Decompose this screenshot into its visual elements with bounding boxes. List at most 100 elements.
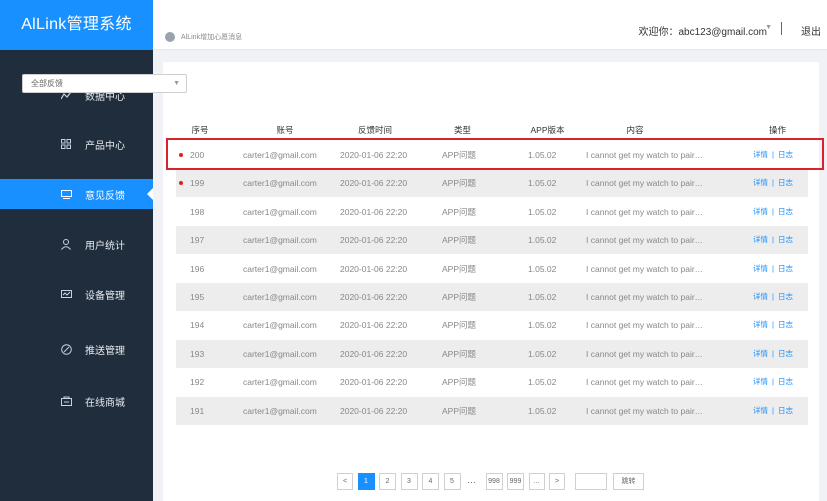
sidebar-item-online-store[interactable]: 在线商城 [0,386,153,416]
action-separator: | [772,377,774,387]
cell-account: carter1@gmail.com [243,150,317,160]
action-separator: | [772,150,774,159]
column-header-time: 反馈时间 [357,125,392,135]
sidebar-item-label: 意见反馈 [85,190,125,202]
cell-content: I cannot get my watch to pair… [586,292,704,302]
detail-link[interactable]: 详情 [753,349,768,358]
chevron-down-icon: ▼ [173,80,180,87]
cell-time: 2020-01-06 22:20 [340,405,408,416]
cell-version: 1.05.02 [528,178,557,189]
app-logo: AlLink管理系统 [0,0,153,50]
table-row: 195 carter1@gmail.com 2020-01-06 22:20 APP问… [176,283,808,311]
detail-link[interactable]: 详情 [753,377,768,386]
detail-link[interactable]: 详情 [753,178,768,187]
sidebar-item-label: 推送管理 [85,345,125,357]
sidebar-item-product-center[interactable]: 产品中心 [0,129,153,159]
detail-link[interactable]: 详情 [753,406,768,415]
feedback-icon [60,188,72,200]
logout-button[interactable]: 退出 [801,23,821,38]
cell-account: carter1@gmail.com [243,178,317,189]
action-separator: | [772,235,774,245]
cell-version: 1.05.02 [528,206,557,217]
cell-content: I cannot get my watch to pair… [586,235,704,246]
cell-time: 2020-01-06 22:20 [340,150,408,160]
log-link[interactable]: 日志 [778,264,793,273]
cell-version: 1.05.02 [528,320,557,331]
log-link[interactable]: 日志 [778,320,793,329]
cell-id: 194 [190,320,205,331]
cell-id: 195 [190,292,205,302]
row-actions: 详情 | 日志 [753,255,793,283]
feedback-filter-select[interactable]: 全部反馈 ▼ [22,74,187,93]
detail-link[interactable]: 详情 [753,264,768,273]
megaphone-icon [165,32,175,42]
top-header: AlLink增加心愿消息 欢迎你：abc123@gmail.com ▼ 退出 [153,0,827,50]
cell-content: I cannot get my watch to pair… [586,320,704,331]
detail-link[interactable]: 详情 [753,320,768,329]
page-button-5[interactable]: 5 [443,473,461,490]
page-button-4[interactable]: 4 [422,473,439,490]
action-separator: | [772,320,774,330]
detail-link[interactable]: 详情 [753,150,768,159]
detail-link[interactable]: 详情 [753,292,768,301]
cell-time: 2020-01-06 22:20 [340,348,408,359]
column-header-actions: 操作 [768,125,786,135]
cell-time: 2020-01-06 22:20 [340,206,408,217]
log-link[interactable]: 日志 [778,349,793,358]
table-row: 196 carter1@gmail.com 2020-01-06 22:20 APP问… [176,255,808,283]
log-link[interactable]: 日志 [778,150,793,159]
page-button-998[interactable]: 998 [485,473,503,490]
cell-version: 1.05.02 [528,348,557,359]
cell-version: 1.05.02 [528,405,557,416]
action-separator: | [772,292,774,301]
cell-account: carter1@gmail.com [243,292,317,302]
table-row: 199 carter1@gmail.com 2020-01-06 22:20 APP问… [176,169,808,198]
prev-page-button[interactable]: < [337,473,353,490]
page-button-1[interactable]: 1 [357,473,375,490]
sidebar-item-user-stats[interactable]: 用户统计 [0,229,153,259]
cell-account: carter1@gmail.com [243,348,317,359]
log-link[interactable]: 日志 [778,377,793,386]
sidebar-item-push-management[interactable]: 推送管理 [0,334,153,364]
page-button-2[interactable]: 2 [379,473,396,490]
sidebar-item-label: 用户统计 [85,240,125,252]
cell-type: APP问题 [442,405,477,416]
page-jump-input[interactable] [575,473,607,490]
user-menu[interactable]: 欢迎你：abc123@gmail.com [638,23,767,38]
sidebar-item-feedback[interactable]: 意见反馈 [0,179,153,209]
log-link[interactable]: 日志 [778,207,793,216]
row-actions: 详情 | 日志 [753,169,793,197]
table-row: 191 carter1@gmail.com 2020-01-06 22:20 APP问… [176,396,808,425]
log-link[interactable]: 日志 [778,178,793,187]
table-row: 197 carter1@gmail.com 2020-01-06 22:20 APP问… [176,226,808,255]
action-separator: | [772,348,774,358]
page-jump-button[interactable]: 跳转 [613,473,644,490]
cell-type: APP问题 [442,348,477,359]
page-ellipsis[interactable]: … [528,473,545,490]
cell-content: I cannot get my watch to pair… [586,377,704,388]
chevron-down-icon[interactable]: ▼ [765,24,772,31]
cell-content: I cannot get my watch to pair… [586,178,704,189]
detail-link[interactable]: 详情 [753,207,768,216]
log-link[interactable]: 日志 [778,235,793,244]
row-actions: 详情 | 日志 [753,226,793,254]
column-header-version: APP版本 [530,125,565,135]
column-header-id: 序号 [191,125,209,135]
user-icon [60,238,72,250]
page-button-3[interactable]: 3 [400,473,418,490]
row-actions: 详情 | 日志 [753,311,793,339]
log-link[interactable]: 日志 [778,292,793,301]
cell-time: 2020-01-06 22:20 [340,178,408,189]
table-row: 200 carter1@gmail.com 2020-01-06 22:20 APP问… [176,141,808,169]
sidebar-item-device-management[interactable]: 设备管理 [0,279,153,309]
cell-version: 1.05.02 [528,150,557,160]
grid-icon [60,138,72,150]
detail-link[interactable]: 详情 [753,235,768,244]
cell-content: I cannot get my watch to pair… [586,206,704,217]
next-page-button[interactable]: > [549,473,565,490]
page-button-999[interactable]: 999 [507,473,524,490]
cell-content: I cannot get my watch to pair… [586,150,704,160]
log-link[interactable]: 日志 [778,406,793,415]
cell-type: APP问题 [442,235,477,246]
cell-content: I cannot get my watch to pair… [586,348,704,359]
